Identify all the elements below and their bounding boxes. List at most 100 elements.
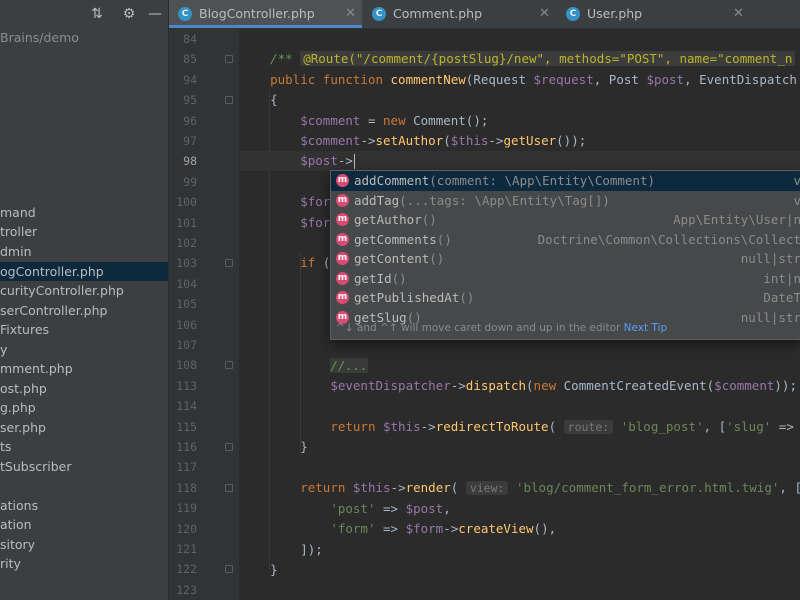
code-line: } xyxy=(240,439,308,454)
project-tree-item[interactable] xyxy=(0,476,168,495)
project-tree-item[interactable]: rity xyxy=(0,554,168,573)
project-tree-item[interactable]: mand xyxy=(0,203,168,222)
completion-tip-text: ^↓ and ^↑ will move caret down and up in… xyxy=(336,322,621,334)
tab-comment[interactable]: C Comment.php ✕ xyxy=(363,0,556,28)
line-number: 117 xyxy=(176,460,197,475)
line-number: 108 xyxy=(176,358,197,373)
code-line: $comment->setAuthor($this->getUser()); xyxy=(300,133,587,148)
project-tree-item[interactable]: serController.php xyxy=(0,301,168,320)
completion-item[interactable]: m getAuthor() App\Entity\User|n xyxy=(331,210,800,230)
code-line: } xyxy=(240,562,278,577)
completion-item[interactable]: m addComment(comment: \App\Entity\Comment… xyxy=(331,171,800,191)
project-tree-item[interactable]: mment.php xyxy=(0,359,168,378)
project-tree-item-label: mand xyxy=(0,205,36,220)
fold-marker-icon[interactable] xyxy=(225,96,233,105)
project-tree-item[interactable]: curityController.php xyxy=(0,281,168,300)
code-line: 'form' => $form->createView(), xyxy=(330,521,557,536)
close-icon[interactable]: ✕ xyxy=(539,0,550,28)
project-tree-item[interactable]: y xyxy=(0,340,168,359)
line-number: 107 xyxy=(176,338,197,352)
close-icon[interactable]: ✕ xyxy=(345,0,356,28)
method-return-type: v xyxy=(793,191,800,211)
line-number: 118 xyxy=(176,480,197,495)
project-tree-item[interactable]: ser.php xyxy=(0,418,168,437)
line-number: 94 xyxy=(183,72,197,87)
fold-marker-icon[interactable] xyxy=(225,55,233,64)
line-number: 105 xyxy=(176,297,197,312)
gear-icon[interactable]: ⚙ xyxy=(119,4,139,24)
code-line: ]); xyxy=(240,542,323,557)
project-tree-item[interactable]: troller xyxy=(0,222,168,241)
project-tree-item-label: ation xyxy=(0,517,32,532)
code-line: public function commentNew(Request $requ… xyxy=(270,72,797,87)
project-tree-item[interactable]: dmin xyxy=(0,242,168,261)
project-tree-item-label: rity xyxy=(0,556,21,571)
line-number: 122 xyxy=(176,562,197,577)
line-number: 120 xyxy=(176,521,197,536)
fold-marker-icon[interactable] xyxy=(225,361,233,370)
method-icon: m xyxy=(336,252,349,265)
code-line: return $this->redirectToRoute( route: 'b… xyxy=(330,419,794,434)
completion-item-name: getComments() xyxy=(354,230,452,250)
tab-blogcontroller[interactable]: C BlogController.php ✕ xyxy=(169,0,362,28)
project-tree-item[interactable]: ations xyxy=(0,496,168,515)
project-tree-item-label: curityController.php xyxy=(0,283,124,298)
method-params: () xyxy=(436,231,452,247)
project-tree-item-label: ost.php xyxy=(0,381,47,396)
completion-item[interactable]: m getId() int|n xyxy=(331,269,800,289)
project-tree-item-label: ser.php xyxy=(0,420,46,435)
method-name: getAuthor xyxy=(354,212,422,227)
fold-marker-icon[interactable] xyxy=(225,259,233,268)
completion-item[interactable]: m getPublishedAt() DateT xyxy=(331,288,800,308)
method-icon: m xyxy=(336,291,349,304)
completion-item-name: addComment(comment: \App\Entity\Comment) xyxy=(354,171,655,191)
project-tree-item[interactable]: ogController.php xyxy=(0,262,168,281)
completion-item-name: getAuthor() xyxy=(354,210,437,230)
fold-marker-icon[interactable] xyxy=(225,483,233,492)
line-number: 114 xyxy=(176,399,197,414)
line-number: 106 xyxy=(176,317,197,332)
collapse-icon[interactable]: ⇅ xyxy=(87,4,107,24)
code-line: { xyxy=(240,92,278,107)
method-params: () xyxy=(429,251,445,266)
project-tree-item-label: ts xyxy=(0,439,12,454)
code-line: $comment = new Comment(); xyxy=(300,113,489,128)
method-name: getContent xyxy=(354,251,430,266)
project-tree-item[interactable]: ation xyxy=(0,515,168,534)
project-tree-item[interactable]: ts xyxy=(0,437,168,456)
completion-item[interactable]: m getContent() null|str xyxy=(331,249,800,269)
completion-item[interactable]: m getComments() Doctrine\Common\Collection… xyxy=(331,230,800,250)
method-params: () xyxy=(459,290,475,305)
line-number: 101 xyxy=(176,215,197,230)
fold-marker-icon[interactable] xyxy=(225,565,233,574)
method-return-type: null|str xyxy=(740,251,800,266)
completion-footer: ^↓ and ^↑ will move caret down and up in… xyxy=(331,318,800,339)
line-number: 96 xyxy=(183,113,197,128)
project-tree-item-label: mment.php xyxy=(0,361,73,376)
method-return-type: App\Entity\User|n xyxy=(673,212,800,227)
php-class-icon: C xyxy=(566,7,580,21)
fold-marker-icon[interactable] xyxy=(225,443,233,451)
project-tree-item[interactable]: tSubscriber xyxy=(0,457,168,476)
line-number: 119 xyxy=(176,501,197,516)
tab-user[interactable]: C User.php ✕ xyxy=(557,0,750,28)
php-class-icon: C xyxy=(178,7,192,21)
minimize-icon[interactable]: — xyxy=(145,4,165,24)
method-return-type: Doctrine\Common\Collections\Collect xyxy=(537,231,800,247)
method-name: addTag xyxy=(354,192,400,208)
project-tree-item[interactable]: ost.php xyxy=(0,379,168,398)
method-name: getId xyxy=(354,270,392,286)
line-number: 95 xyxy=(183,93,197,108)
project-tree-item[interactable]: g.php xyxy=(0,398,168,417)
method-name: getPublishedAt xyxy=(354,290,460,305)
project-tree-item[interactable]: Fixtures xyxy=(0,320,168,339)
line-number: 102 xyxy=(176,236,197,250)
project-tree-item-label: g.php xyxy=(0,400,36,415)
project-tree-item[interactable]: sitory xyxy=(0,535,168,554)
completion-item[interactable]: maddTag(...tags: \App\Entity\Tag[])v xyxy=(331,191,800,211)
method-icon: m xyxy=(336,271,349,285)
line-number: 100 xyxy=(176,195,197,210)
next-tip-link[interactable]: Next Tip xyxy=(624,322,667,334)
line-number: 115 xyxy=(176,419,197,434)
close-icon[interactable]: ✕ xyxy=(733,0,744,28)
